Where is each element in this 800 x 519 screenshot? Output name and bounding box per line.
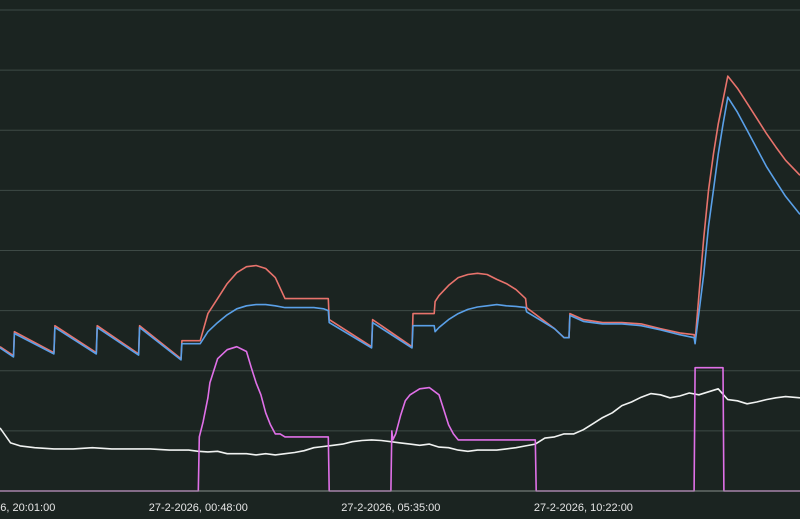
x-tick-label: 27-2-2026, 05:35:00 xyxy=(341,502,440,514)
x-tick-label: 27-2-2026, 20:01:00 xyxy=(0,502,55,514)
x-tick-label: 27-2-2026, 00:48:00 xyxy=(149,502,248,514)
x-tick-label: 27-2-2026, 10:22:00 xyxy=(534,502,633,514)
line-chart: 27-2-2026, 20:01:00 27-2-2026, 00:48:00 27… xyxy=(0,9,800,514)
series-line-3 xyxy=(0,387,800,456)
series-line-2 xyxy=(0,96,800,361)
series-group xyxy=(0,75,800,492)
grid xyxy=(0,9,800,432)
series-line-1 xyxy=(0,75,800,360)
chart: 27-2-2026, 20:01:00 27-2-2026, 00:48:00 27… xyxy=(0,0,800,519)
series-line-4 xyxy=(0,345,800,492)
x-axis: 27-2-2026, 20:01:00 27-2-2026, 00:48:00 27… xyxy=(0,490,800,514)
